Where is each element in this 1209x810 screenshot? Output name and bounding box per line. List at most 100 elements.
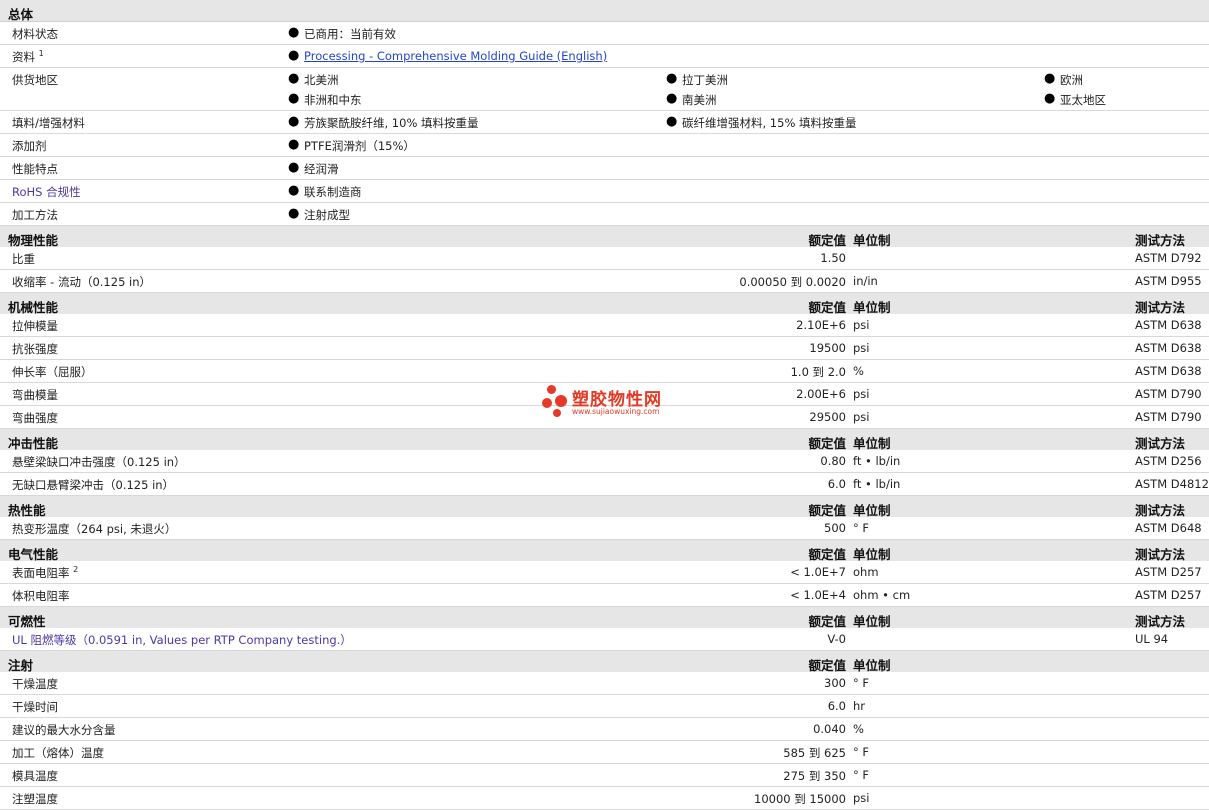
property-label: 收缩率 - 流动（0.125 in） (12, 275, 152, 289)
bullet-icon: ● (288, 25, 300, 40)
property-label: 悬壁梁缺口冲击强度（0.125 in） (12, 455, 186, 469)
property-unit: psi (853, 318, 870, 332)
property-value: 500 (824, 521, 846, 535)
property-value: < 1.0E+4 (790, 588, 846, 602)
row-label: 资料 1 (12, 49, 44, 64)
rohs-value: 联系制造商 (304, 185, 362, 199)
general-row-additive: 添加剂 ● PTFE润滑剂（15%） (0, 134, 1209, 157)
general-header: 总体 (0, 0, 1209, 22)
property-row: 悬壁梁缺口冲击强度（0.125 in） 0.80 ft • lb/in ASTM D2… (0, 450, 1209, 473)
section-header: 电气性能 额定值 单位制 测试方法 (0, 540, 1209, 562)
docs-link-wrap: Processing - Comprehensive Molding Guide… (304, 49, 607, 63)
property-row: 干燥时间 6.0 hr (0, 695, 1209, 718)
property-value: 6.0 (827, 699, 846, 713)
property-label: 热变形温度（264 psi, 未退火） (12, 522, 177, 536)
property-value: 2.00E+6 (796, 387, 846, 401)
property-unit: hr (853, 699, 866, 713)
property-unit: ohm (853, 565, 879, 579)
property-value: 275 到 350 (783, 769, 846, 783)
property-row: 热变形温度（264 psi, 未退火） 500 ° F ASTM D648 (0, 517, 1209, 540)
filler-item: 芳族聚酰胺纤维, 10% 填料按重量 (304, 116, 479, 130)
property-row: 加工（熔体）温度 585 到 625 ° F (0, 741, 1209, 764)
property-label: UL 阻燃等级（0.0591 in, Values per RTP Compan… (12, 633, 352, 647)
property-unit: psi (853, 387, 870, 401)
property-row: 拉伸模量 2.10E+6 psi ASTM D638 (0, 314, 1209, 337)
property-unit: ° F (853, 745, 870, 759)
property-test-method: ASTM D257 (1135, 565, 1202, 579)
section-title: 总体 (8, 7, 34, 22)
property-label: 表面电阻率 2 (12, 565, 79, 580)
section-header: 冲击性能 额定值 单位制 测试方法 (0, 429, 1209, 451)
general-row-rohs: RoHS 合规性 ● 联系制造商 (0, 180, 1209, 203)
property-label: 体积电阻率 (12, 589, 70, 603)
section-header: 可燃性 额定值 单位制 测试方法 (0, 607, 1209, 629)
property-label: 抗张强度 (12, 342, 58, 356)
general-row-regions: 供货地区 ● 北美洲 ● 拉丁美洲 ● 欧洲 ● 非洲和中东 ● 南美洲 ● 亚… (0, 68, 1209, 111)
property-label: 伸长率（屈服） (12, 365, 93, 379)
bullet-icon: ● (1044, 91, 1056, 106)
property-test-method: ASTM D638 (1135, 341, 1202, 355)
property-value: 1.50 (820, 251, 846, 265)
region-item: 亚太地区 (1060, 93, 1106, 107)
row-label: 加工方法 (12, 208, 58, 222)
property-unit: % (853, 364, 864, 378)
logo-dot-icon (542, 398, 552, 408)
row-label: 填料/增强材料 (12, 116, 85, 130)
region-item: 拉丁美洲 (682, 73, 728, 87)
property-label: 模具温度 (12, 769, 58, 783)
row-label: 供货地区 (12, 73, 58, 87)
property-label: 无缺口悬臂梁冲击（0.125 in） (12, 478, 175, 492)
section-header: 注射 额定值 单位制 (0, 651, 1209, 673)
bullet-icon: ● (666, 114, 678, 129)
bullet-icon: ● (288, 48, 300, 63)
property-row: 表面电阻率 2 < 1.0E+7 ohm ASTM D257 (0, 561, 1209, 584)
additive-value: PTFE润滑剂（15%） (304, 139, 415, 153)
property-test-method: ASTM D638 (1135, 318, 1202, 332)
property-unit: ° F (853, 521, 870, 535)
property-row: 抗张强度 19500 psi ASTM D638 (0, 337, 1209, 360)
section-header: 机械性能 额定值 单位制 测试方法 (0, 293, 1209, 315)
region-item: 北美洲 (304, 73, 339, 87)
property-row: 干燥温度 300 ° F (0, 672, 1209, 695)
docs-link[interactable]: Processing - Comprehensive Molding Guide… (304, 49, 607, 63)
property-value: 29500 (809, 410, 846, 424)
property-value: 2.10E+6 (796, 318, 846, 332)
property-test-method: ASTM D256 (1135, 454, 1202, 468)
property-unit: ohm • cm (853, 588, 911, 602)
property-test-method: ASTM D257 (1135, 588, 1202, 602)
property-row: UL 阻燃等级（0.0591 in, Values per RTP Compan… (0, 628, 1209, 651)
row-label: RoHS 合规性 (12, 185, 81, 199)
property-value: 10000 到 15000 (754, 792, 846, 806)
region-item: 欧洲 (1060, 73, 1083, 87)
property-unit: ft • lb/in (853, 454, 901, 468)
property-label: 弯曲模量 (12, 388, 58, 402)
general-row-docs: 资料 1 ● Processing - Comprehensive Moldin… (0, 45, 1209, 68)
property-unit: in/in (853, 274, 878, 288)
logo-dot-icon (555, 395, 567, 407)
property-row: 建议的最大水分含量 0.040% (0, 718, 1209, 741)
property-unit: psi (853, 341, 870, 355)
property-label: 加工（熔体）温度 (12, 746, 104, 760)
bullet-icon: ● (288, 114, 300, 129)
property-row: 模具温度 275 到 350 ° F (0, 764, 1209, 787)
property-value: V-0 (827, 632, 846, 646)
status-value: 已商用：当前有效 (304, 27, 396, 41)
property-value: 0.80 (820, 454, 846, 468)
bullet-icon: ● (288, 183, 300, 198)
property-test-method: ASTM D638 (1135, 364, 1202, 378)
property-row: 收缩率 - 流动（0.125 in） 0.00050 到 0.0020 in/in A… (0, 270, 1209, 293)
row-label: 材料状态 (12, 27, 58, 41)
general-row-processing: 加工方法 ● 注射成型 (0, 203, 1209, 226)
property-label: 比重 (12, 252, 35, 266)
bullet-icon: ● (288, 137, 300, 152)
property-value: 0.00050 到 0.0020 (739, 275, 846, 289)
row-label: 添加剂 (12, 139, 47, 153)
property-value: 6.0 (827, 477, 846, 491)
property-test-method: ASTM D955 (1135, 274, 1202, 288)
property-unit: % (853, 722, 864, 736)
property-value: 585 到 625 (783, 746, 846, 760)
filler-item: 碳纤维增强材料, 15% 填料按重量 (682, 116, 857, 130)
bullet-icon: ● (666, 71, 678, 86)
property-test-method: ASTM D792 (1135, 251, 1202, 265)
property-label: 干燥时间 (12, 700, 58, 714)
